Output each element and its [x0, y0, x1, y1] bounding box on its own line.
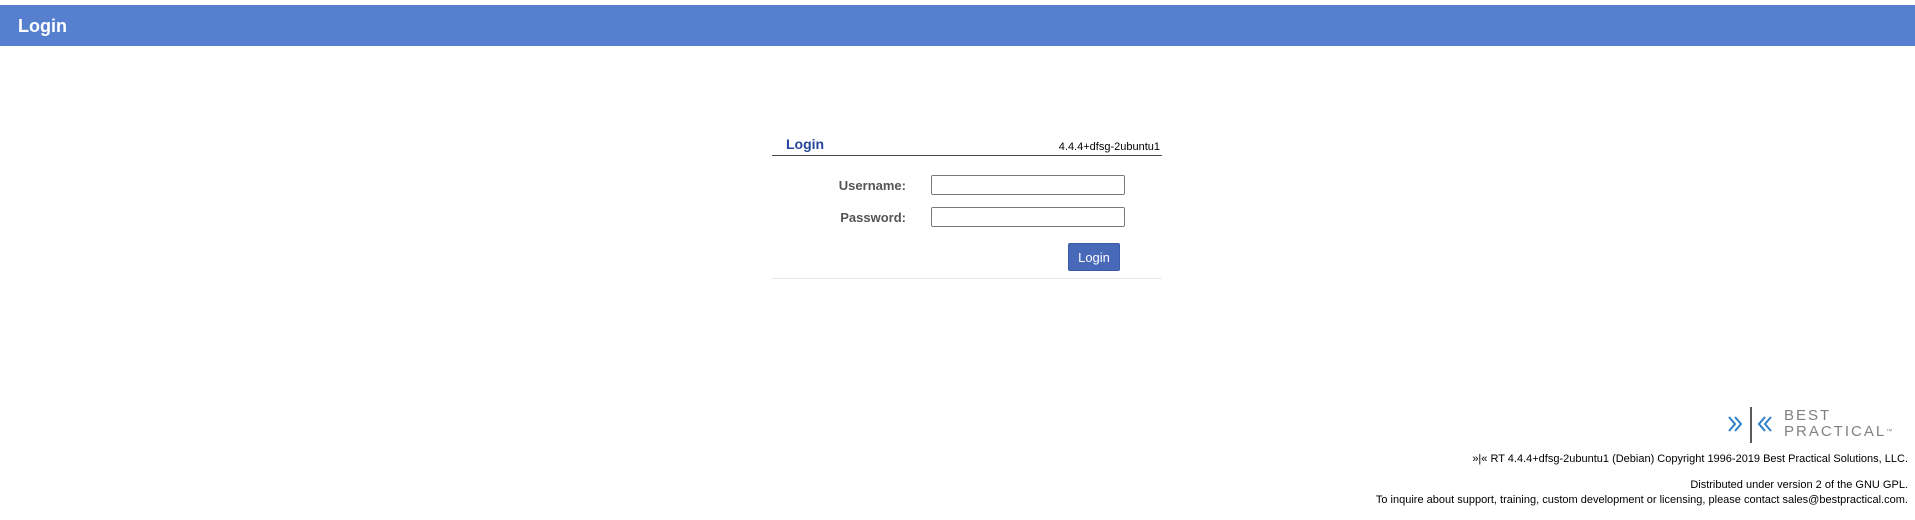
- login-page: Login Login 4.4.4+dfsg-2ubuntu1 Username…: [0, 0, 1915, 520]
- username-label: Username:: [838, 178, 906, 193]
- login-box-bottom-rule: [772, 278, 1162, 279]
- logo-line-practical-text: PRACTICAL: [1784, 423, 1887, 440]
- version-label: 4.4.4+dfsg-2ubuntu1: [1058, 141, 1160, 153]
- page-header: Login: [0, 5, 1915, 46]
- footer-contact: To inquire about support, training, cust…: [1375, 494, 1908, 506]
- footer-copyright: »|« RT 4.4.4+dfsg-2ubuntu1 (Debian) Copy…: [1472, 453, 1908, 465]
- best-practical-logo[interactable]: BEST PRACTICAL™: [1727, 405, 1907, 445]
- login-box-title: Login: [786, 136, 825, 152]
- trademark-symbol: ™: [1886, 429, 1893, 435]
- username-input[interactable]: [931, 175, 1125, 195]
- footer-license: Distributed under version 2 of the GNU G…: [1690, 479, 1908, 491]
- logo-wordmark: BEST PRACTICAL™: [1784, 408, 1892, 440]
- password-row: Password:: [772, 207, 1162, 229]
- logo-line-practical: PRACTICAL™: [1784, 424, 1892, 440]
- logo-line-best: BEST: [1784, 407, 1832, 424]
- login-titlebox-header: Login 4.4.4+dfsg-2ubuntu1: [772, 134, 1162, 156]
- password-label: Password:: [840, 210, 906, 225]
- password-input[interactable]: [931, 207, 1125, 227]
- page-title: Login: [18, 16, 67, 36]
- username-row: Username:: [772, 175, 1162, 197]
- login-button[interactable]: Login: [1068, 243, 1120, 271]
- login-form: Login 4.4.4+dfsg-2ubuntu1 Username: Pass…: [772, 134, 1162, 279]
- best-practical-chevrons-icon: [1728, 407, 1772, 443]
